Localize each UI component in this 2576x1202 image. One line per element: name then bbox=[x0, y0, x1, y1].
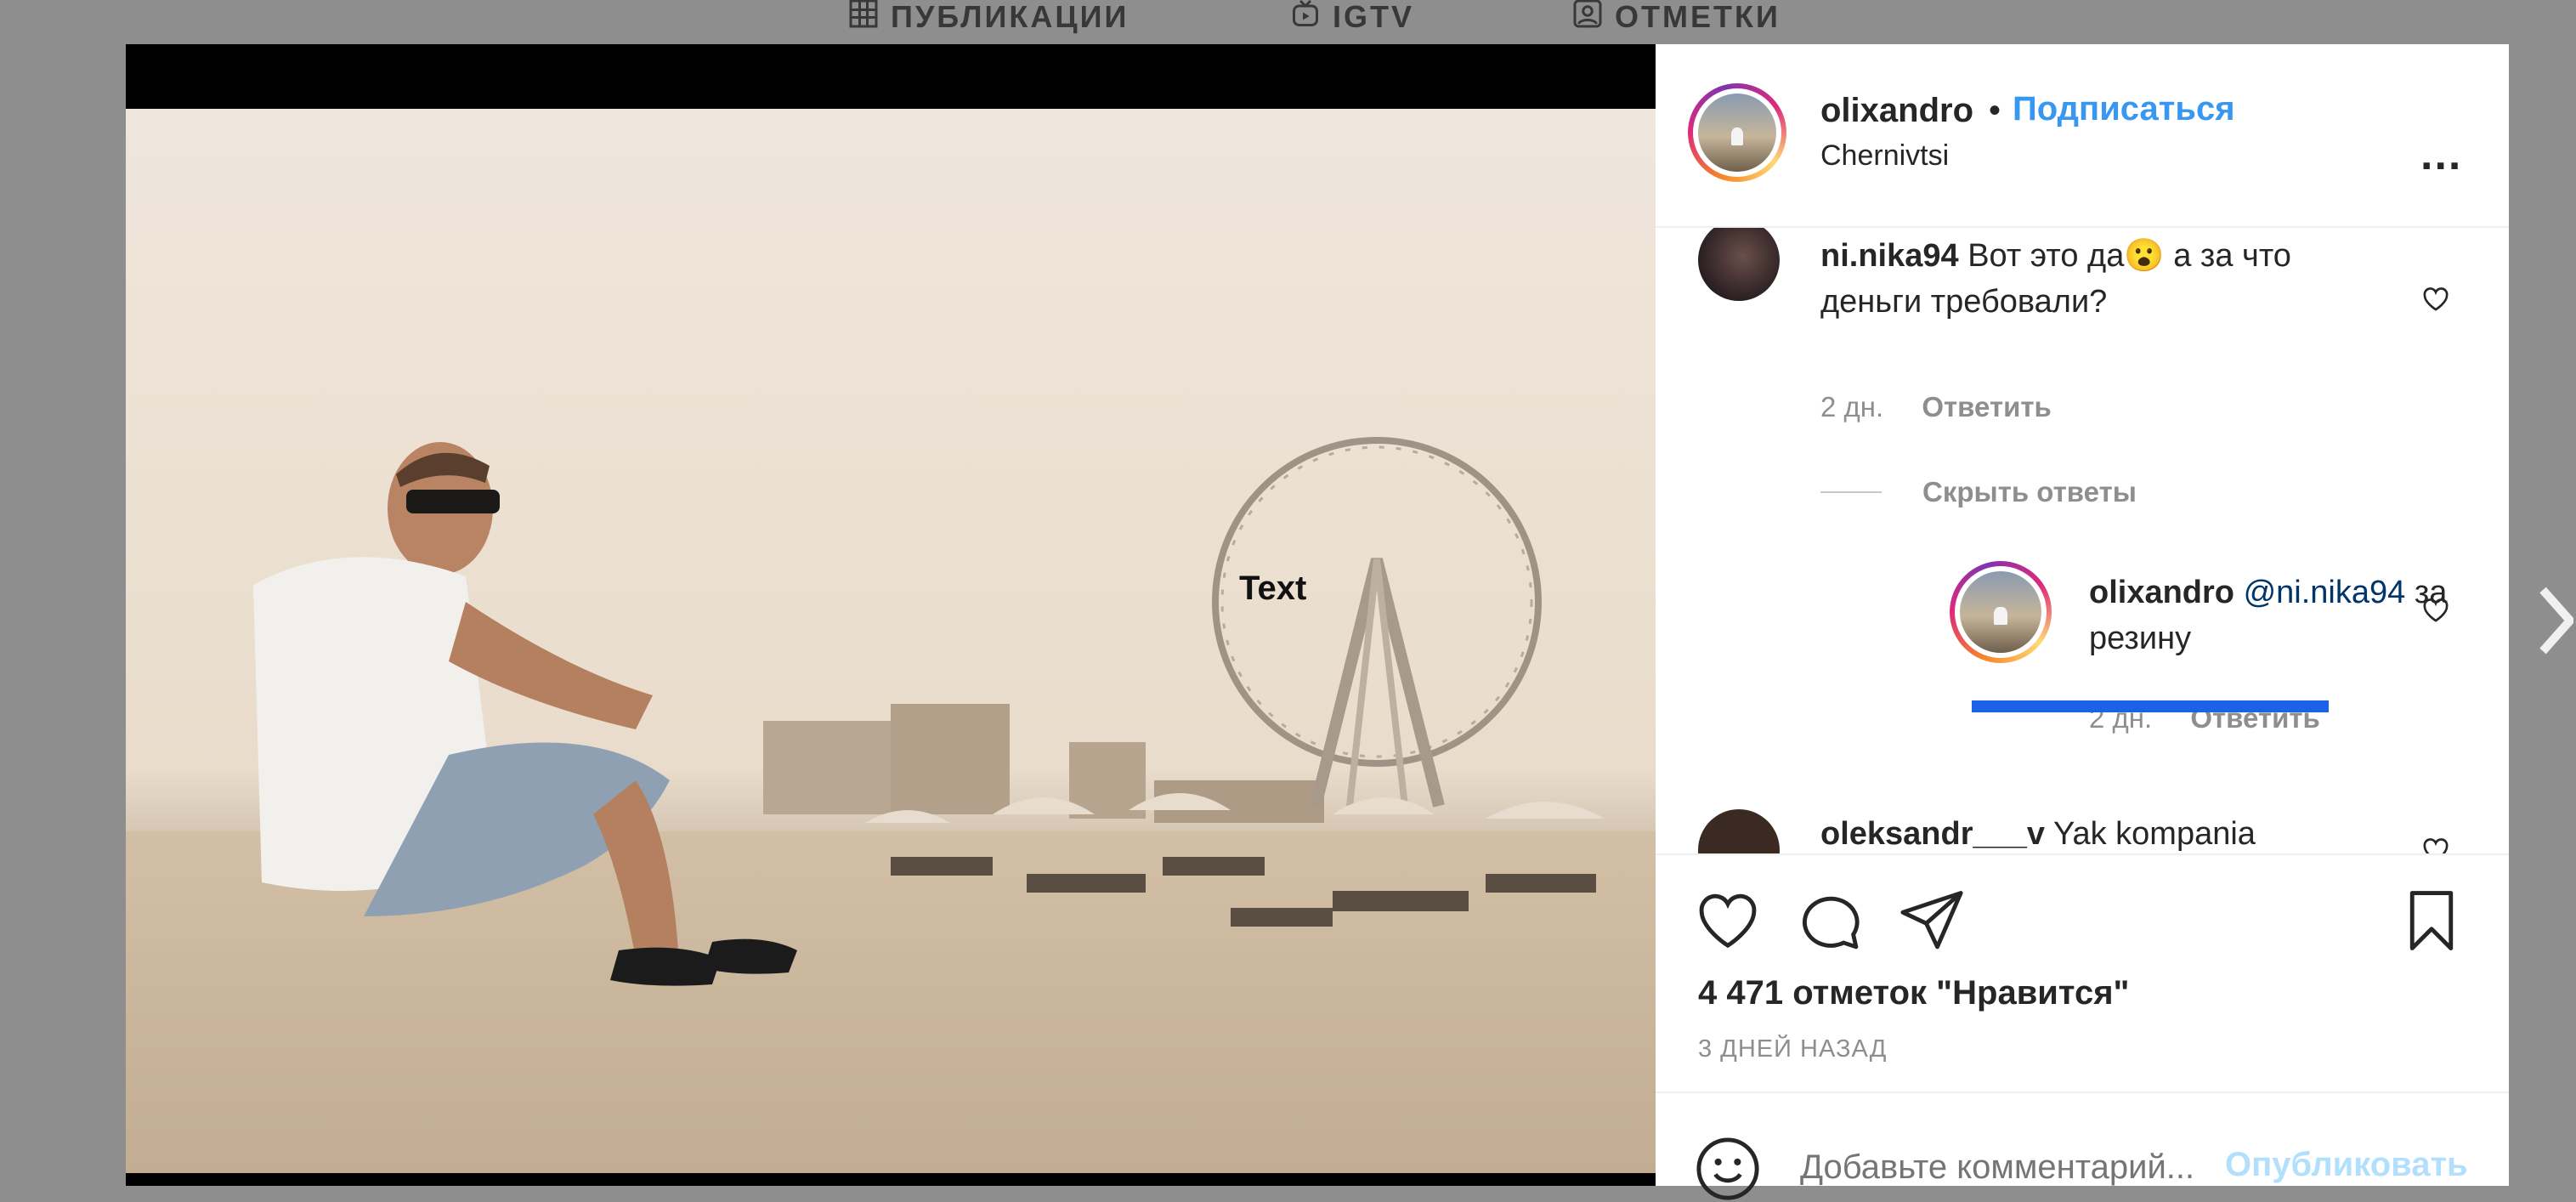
comment-username[interactable]: ni.nika94 bbox=[1820, 238, 1959, 274]
reply-mention[interactable]: @ni.nika94 bbox=[2244, 575, 2406, 610]
reply-like-icon[interactable] bbox=[2420, 596, 2451, 623]
comments-list[interactable]: ni.nika94 Вот это да😮 а за что деньги тр… bbox=[1656, 228, 2509, 853]
bookmark-icon[interactable] bbox=[2398, 887, 2465, 954]
follow-button[interactable]: Подписаться bbox=[2013, 90, 2235, 128]
post-photo bbox=[126, 109, 1656, 1173]
post-date: 3 ДНЕЙ НАЗАД bbox=[1698, 1035, 1888, 1063]
replies-divider bbox=[1820, 491, 1882, 493]
comment-like-icon-2[interactable] bbox=[2420, 836, 2451, 853]
tab-igtv-label: IGTV bbox=[1333, 0, 1415, 34]
tab-publications[interactable]: ПУБЛИКАЦИИ bbox=[848, 0, 1129, 34]
reply-username[interactable]: olixandro bbox=[2089, 575, 2234, 610]
comment-like-icon[interactable] bbox=[2420, 285, 2451, 312]
publish-button[interactable]: Опубликовать bbox=[2225, 1146, 2468, 1184]
emoji-icon[interactable] bbox=[1695, 1136, 1761, 1202]
post-actions: 4 471 отметок "Нравится" 3 ДНЕЙ НАЗАД bbox=[1656, 853, 2509, 1093]
profile-tabs: ПУБЛИКАЦИИ IGTV ОТМЕТКИ bbox=[0, 0, 2576, 41]
comment-icon[interactable] bbox=[1797, 887, 1863, 954]
hide-replies-label: Скрыть ответы bbox=[1922, 476, 2137, 507]
grid-icon bbox=[848, 0, 879, 37]
post-modal: Text olixandro • Подписаться Chernivtsi … bbox=[126, 44, 2509, 1200]
comment-meta: 2 дн. Ответить bbox=[1820, 391, 2052, 423]
comment-username-2[interactable]: oleksandr___v bbox=[1820, 816, 2045, 852]
comment-text-2: oleksandr___v Yak kompania bbox=[1820, 811, 2347, 853]
tab-tagged-label: ОТМЕТКИ bbox=[1615, 0, 1781, 34]
more-options-button[interactable]: ... bbox=[2420, 133, 2462, 177]
tagged-icon bbox=[1572, 0, 1603, 37]
heart-icon[interactable] bbox=[1695, 887, 1761, 954]
tab-tagged[interactable]: ОТМЕТКИ bbox=[1572, 0, 1781, 34]
add-comment-bar: Опубликовать bbox=[1656, 1091, 2509, 1200]
post-media[interactable]: Text bbox=[126, 44, 1656, 1186]
igtv-icon bbox=[1290, 0, 1321, 37]
chevron-right-icon[interactable] bbox=[2539, 587, 2573, 655]
separator-dot: • bbox=[1989, 92, 2001, 129]
tab-publications-label: ПУБЛИКАЦИИ bbox=[891, 0, 1129, 34]
author-username[interactable]: olixandro bbox=[1820, 92, 1973, 130]
reply-text: olixandro @ni.nika94 за резину bbox=[2089, 570, 2463, 661]
post-sidebar: olixandro • Подписаться Chernivtsi ... n… bbox=[1656, 44, 2509, 1200]
photo-overlay-text: Text bbox=[1239, 570, 1307, 607]
post-location[interactable]: Chernivtsi bbox=[1820, 139, 1949, 173]
post-header: olixandro • Подписаться Chernivtsi ... bbox=[1656, 44, 2509, 228]
comment-input[interactable] bbox=[1798, 1148, 2227, 1188]
reply-author-avatar[interactable] bbox=[1950, 561, 2052, 663]
commenter-avatar[interactable] bbox=[1698, 228, 1780, 301]
comment-text: ni.nika94 Вот это да😮 а за что деньги тр… bbox=[1820, 233, 2347, 325]
commenter-avatar-2[interactable] bbox=[1698, 809, 1780, 853]
hide-replies-button[interactable]: Скрыть ответы bbox=[1820, 476, 2137, 508]
likes-count[interactable]: 4 471 отметок "Нравится" bbox=[1698, 974, 2130, 1012]
comment-body-2: Yak kompania bbox=[2052, 816, 2256, 852]
tab-igtv[interactable]: IGTV bbox=[1290, 0, 1414, 34]
author-avatar[interactable] bbox=[1688, 83, 1786, 182]
comment-time: 2 дн. bbox=[1820, 391, 1884, 422]
reply-button[interactable]: Ответить bbox=[1922, 391, 2052, 422]
highlight-bar bbox=[1972, 700, 2329, 712]
share-icon[interactable] bbox=[1899, 887, 1965, 954]
